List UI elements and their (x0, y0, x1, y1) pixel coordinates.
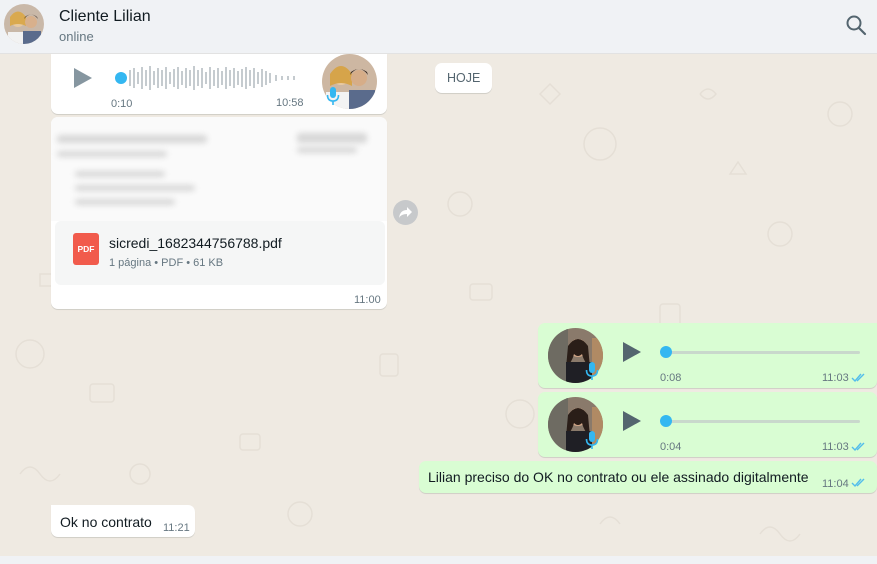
voice-duration: 0:10 (111, 98, 133, 110)
pdf-file-icon: PDF (73, 233, 99, 265)
outgoing-voice-message: 0:08 11:03 (538, 323, 877, 388)
contact-avatar[interactable] (4, 4, 44, 44)
voice-duration: 0:04 (660, 441, 682, 453)
microphone-icon (585, 361, 599, 381)
message-time: 11:03 (822, 441, 849, 453)
microphone-icon (585, 430, 599, 450)
message-time: 11:21 (163, 522, 190, 534)
chat-header: Cliente Lilian online (0, 0, 877, 54)
play-icon[interactable] (622, 410, 642, 432)
date-divider: HOJE (435, 63, 493, 93)
voice-progress-track[interactable] (662, 351, 860, 354)
forward-icon[interactable] (393, 200, 418, 225)
play-icon[interactable] (73, 67, 93, 89)
read-ticks-icon (851, 478, 865, 488)
read-ticks-icon (851, 442, 865, 452)
message-time: 11:03 (822, 372, 849, 384)
message-text: Ok no contrato (60, 514, 152, 530)
voice-progress-thumb[interactable] (115, 72, 127, 84)
message-time: 11:04 (822, 478, 849, 490)
voice-waveform[interactable] (115, 64, 305, 92)
search-icon[interactable] (845, 14, 867, 36)
chat-footer (0, 556, 877, 564)
document-file-name: sicredi_1682344756788.pdf (109, 235, 282, 251)
message-time: 11:00 (354, 294, 381, 306)
outgoing-voice-message: 0:04 11:03 (538, 392, 877, 457)
read-ticks-icon (851, 373, 865, 383)
voice-progress-track[interactable] (662, 420, 860, 423)
document-meta: 1 página • PDF • 61 KB (109, 257, 224, 269)
message-time: 10:58 (276, 97, 304, 109)
incoming-text-message: Ok no contrato 11:21 (51, 505, 195, 537)
contact-name[interactable]: Cliente Lilian (59, 8, 151, 26)
voice-progress-thumb[interactable] (660, 415, 672, 427)
voice-progress-thumb[interactable] (660, 346, 672, 358)
incoming-voice-message: 0:10 10:58 (51, 54, 387, 114)
incoming-document-message: PDF sicredi_1682344756788.pdf 1 página •… (51, 117, 387, 309)
message-text: Lilian preciso do OK no contrato ou ele … (428, 469, 809, 485)
contact-status: online (59, 29, 94, 44)
document-attachment[interactable]: PDF sicredi_1682344756788.pdf 1 página •… (55, 221, 385, 285)
voice-duration: 0:08 (660, 372, 682, 384)
play-icon[interactable] (622, 341, 642, 363)
microphone-icon (326, 86, 340, 106)
outgoing-text-message: Lilian preciso do OK no contrato ou ele … (419, 461, 877, 493)
document-preview[interactable] (51, 117, 387, 221)
